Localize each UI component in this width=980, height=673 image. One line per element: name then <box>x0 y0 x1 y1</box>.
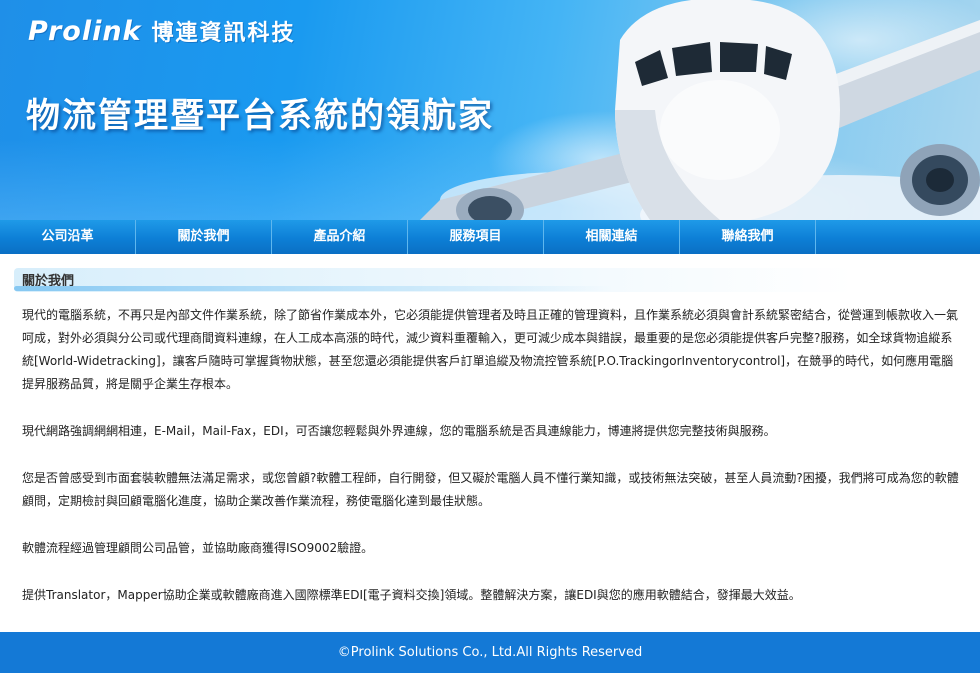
copyright-text: ©Prolink Solutions Co., Ltd.All Rights R… <box>337 645 643 660</box>
section-title: 關於我們 <box>22 274 75 289</box>
nav-related-links[interactable]: 相關連結 <box>544 220 680 254</box>
content-paragraph: 軟體流程經過管理顧問公司品管，並協助廠商獲得ISO9002驗證。 <box>22 541 374 555</box>
main-nav: 公司沿革 關於我們 產品介紹 服務項目 相關連結 聯絡我們 <box>0 220 980 254</box>
prolink-logo-icon: Prolink <box>28 15 142 47</box>
banner-slogan: 物流管理暨平台系統的領航家 <box>26 96 494 136</box>
about-content: 現代的電腦系統，不再只是內部文件作業系統，除了節省作業成本外，它必須能提供管理者… <box>22 304 962 631</box>
footer: ©Prolink Solutions Co., Ltd.All Rights R… <box>0 632 980 673</box>
content-paragraph: 現代的電腦系統，不再只是內部文件作業系統，除了節省作業成本外，它必須能提供管理者… <box>22 308 959 391</box>
nav-contact-us[interactable]: 聯絡我們 <box>680 220 816 254</box>
nav-services[interactable]: 服務項目 <box>408 220 544 254</box>
content-paragraph: 現代網路強調網網相連，E-Mail，Mail-Fax，EDI，可否讓您輕鬆與外界… <box>22 424 776 438</box>
content-paragraph: 您是否曾感受到市面套裝軟體無法滿足需求，或您曾顧?軟體工程師，自行開發，但又礙於… <box>22 471 959 508</box>
content-paragraph: 提供Translator，Mapper協助企業或軟體廠商進入國際標準EDI[電子… <box>22 588 801 602</box>
company-name: 博連資訊科技 <box>151 21 296 46</box>
header-banner: Prolink 博連資訊科技 物流管理暨平台系統的領航家 <box>0 0 980 220</box>
nav-products[interactable]: 產品介紹 <box>272 220 408 254</box>
section-heading-bar: 關於我們 <box>14 268 854 292</box>
airplane-image <box>420 0 980 220</box>
brand-logo[interactable]: Prolink 博連資訊科技 <box>28 14 296 48</box>
nav-about-us[interactable]: 關於我們 <box>136 220 272 254</box>
nav-company-history[interactable]: 公司沿革 <box>0 220 136 254</box>
